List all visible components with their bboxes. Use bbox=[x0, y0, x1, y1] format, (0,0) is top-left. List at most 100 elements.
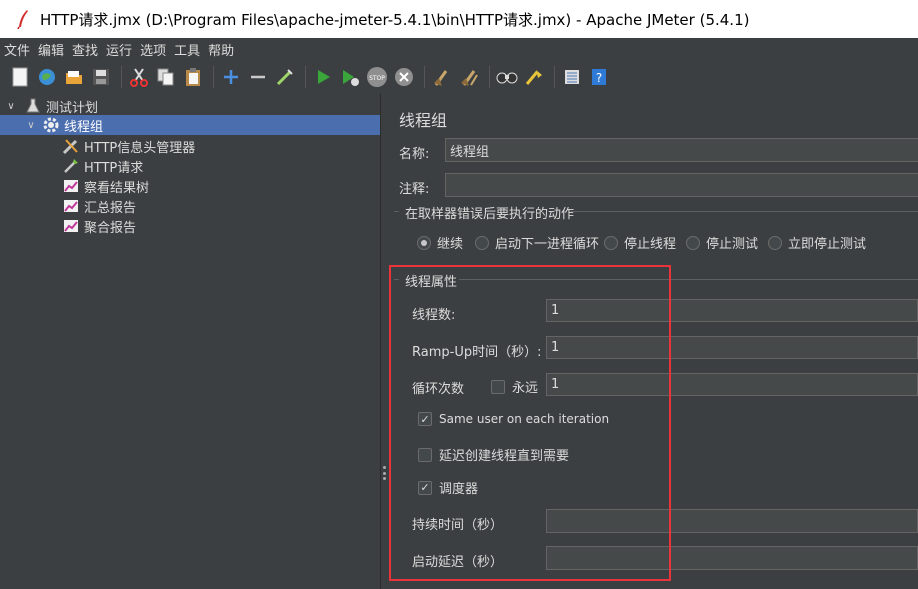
templates-icon[interactable] bbox=[35, 65, 59, 89]
pane-splitter[interactable] bbox=[380, 94, 388, 589]
menu-run[interactable]: 运行 bbox=[106, 40, 132, 59]
function-helper-icon[interactable] bbox=[560, 65, 584, 89]
delay-thread-creation-checkbox[interactable]: 延迟创建线程直到需要 bbox=[418, 445, 569, 464]
tree-item-thread-group[interactable]: ∨ 线程组 bbox=[0, 115, 380, 135]
flask-icon bbox=[24, 97, 42, 115]
radio-start-next-loop[interactable]: 启动下一进程循环 bbox=[475, 233, 599, 252]
loop-label: 循环次数 bbox=[412, 382, 465, 397]
copy-icon[interactable] bbox=[154, 65, 178, 89]
tree-item-label: HTTP请求 bbox=[84, 160, 144, 176]
search-icon[interactable] bbox=[495, 65, 519, 89]
same-user-checkbox[interactable]: ✓ Same user on each iteration bbox=[418, 412, 609, 426]
toolbar-separator bbox=[489, 66, 490, 88]
radio-label: 停止线程 bbox=[624, 237, 677, 252]
chevron-down-icon[interactable]: ∨ bbox=[24, 120, 38, 131]
radio-icon bbox=[604, 235, 618, 250]
startup-delay-input[interactable] bbox=[546, 546, 918, 570]
svg-text:STOP: STOP bbox=[369, 75, 385, 82]
expand-icon[interactable] bbox=[219, 65, 243, 89]
save-icon[interactable] bbox=[89, 65, 113, 89]
menu-search[interactable]: 查找 bbox=[72, 40, 98, 59]
chevron-down-icon[interactable]: ∨ bbox=[4, 101, 18, 112]
toolbar-separator bbox=[305, 66, 306, 88]
radio-label: 立即停止测试 bbox=[788, 237, 867, 252]
threads-label: 线程数: bbox=[412, 308, 456, 323]
fieldset-border bbox=[571, 211, 918, 212]
radio-stop-thread[interactable]: 停止线程 bbox=[604, 233, 676, 252]
title-bar: HTTP请求.jmx (D:\Program Files\apache-jmet… bbox=[0, 0, 918, 38]
jmeter-feather-icon bbox=[10, 6, 36, 32]
tree-item-label: 聚合报告 bbox=[84, 220, 137, 236]
scheduler-checkbox[interactable]: ✓ 调度器 bbox=[418, 478, 478, 497]
chart-icon bbox=[62, 197, 80, 215]
thread-group-panel: 线程组 名称: 线程组 注释: 在取样器错误后要执行的动作 继续 启动下一进程循… bbox=[388, 94, 918, 589]
reset-search-icon[interactable] bbox=[522, 65, 546, 89]
forever-checkbox[interactable]: 永远 bbox=[491, 377, 538, 396]
duration-input[interactable] bbox=[546, 509, 918, 533]
panel-title: 线程组 bbox=[399, 111, 448, 130]
start-icon[interactable] bbox=[311, 65, 335, 89]
checkbox-unchecked-icon bbox=[491, 379, 505, 394]
checkmark-icon: ✓ bbox=[418, 412, 432, 426]
forever-label: 永远 bbox=[512, 381, 539, 396]
wrench-icon bbox=[62, 137, 80, 155]
open-icon[interactable] bbox=[62, 65, 86, 89]
checkbox-unchecked-icon bbox=[418, 447, 432, 462]
toolbar-separator bbox=[213, 66, 214, 88]
comment-label: 注释: bbox=[399, 182, 430, 197]
menu-edit[interactable]: 编辑 bbox=[38, 40, 64, 59]
fieldset-border bbox=[394, 211, 399, 212]
rampup-label: Ramp-Up时间（秒）: bbox=[412, 345, 542, 360]
radio-icon bbox=[768, 235, 782, 250]
radio-stop-test[interactable]: 停止测试 bbox=[686, 233, 758, 252]
loop-count-input[interactable]: 1 bbox=[546, 373, 918, 396]
tree-item-http-request[interactable]: HTTP请求 bbox=[62, 156, 143, 176]
radio-continue[interactable]: 继续 bbox=[417, 233, 463, 252]
help-icon[interactable]: ? bbox=[587, 65, 611, 89]
clear-all-icon[interactable] bbox=[457, 65, 481, 89]
tree-item-label: 线程组 bbox=[64, 119, 104, 135]
delay-create-label: 延迟创建线程直到需要 bbox=[439, 449, 570, 464]
tree-item-header-manager[interactable]: HTTP信息头管理器 bbox=[62, 136, 195, 156]
clear-icon[interactable] bbox=[430, 65, 454, 89]
window-title: HTTP请求.jmx (D:\Program Files\apache-jmet… bbox=[40, 10, 750, 29]
tree-item-label: 汇总报告 bbox=[84, 200, 137, 216]
radio-label: 停止测试 bbox=[706, 237, 759, 252]
comment-field[interactable] bbox=[445, 173, 918, 197]
threads-value: 1 bbox=[551, 303, 560, 318]
cut-icon[interactable] bbox=[127, 65, 151, 89]
tree-item-view-results-tree[interactable]: 察看结果树 bbox=[62, 176, 149, 196]
rampup-input[interactable]: 1 bbox=[546, 336, 918, 359]
tree-item-label: 测试计划 bbox=[46, 100, 99, 116]
toggle-icon[interactable] bbox=[273, 65, 297, 89]
toolbar-separator bbox=[121, 66, 122, 88]
tree-item-label: HTTP信息头管理器 bbox=[84, 140, 196, 156]
shutdown-icon[interactable] bbox=[392, 65, 416, 89]
thread-props-title: 线程属性 bbox=[405, 275, 458, 290]
paste-icon[interactable] bbox=[181, 65, 205, 89]
radio-selected-icon bbox=[417, 235, 431, 250]
tree-item-summary-report[interactable]: 汇总报告 bbox=[62, 196, 136, 216]
radio-icon bbox=[475, 235, 489, 250]
new-icon[interactable] bbox=[8, 65, 32, 89]
radio-stop-test-now[interactable]: 立即停止测试 bbox=[768, 233, 866, 252]
rampup-value: 1 bbox=[551, 340, 560, 355]
start-no-pause-icon[interactable] bbox=[338, 65, 362, 89]
collapse-icon[interactable] bbox=[246, 65, 270, 89]
chart-icon bbox=[62, 177, 80, 195]
tree-item-label: 察看结果树 bbox=[84, 180, 150, 196]
menu-options[interactable]: 选项 bbox=[140, 40, 166, 59]
menu-file[interactable]: 文件 bbox=[4, 40, 30, 59]
menu-help[interactable]: 帮助 bbox=[208, 40, 234, 59]
gear-icon bbox=[42, 116, 60, 134]
toolbar: STOP ? bbox=[0, 60, 918, 94]
tree-item-aggregate-report[interactable]: 聚合报告 bbox=[62, 216, 136, 236]
name-field[interactable]: 线程组 bbox=[445, 138, 918, 162]
menu-tools[interactable]: 工具 bbox=[174, 40, 200, 59]
tree-item-test-plan[interactable]: ∨ 测试计划 bbox=[4, 96, 380, 116]
stop-icon[interactable]: STOP bbox=[365, 65, 389, 89]
threads-input[interactable]: 1 bbox=[546, 299, 918, 322]
startup-delay-label: 启动延迟（秒） bbox=[412, 555, 504, 570]
svg-text:?: ? bbox=[596, 71, 602, 85]
scheduler-label: 调度器 bbox=[439, 482, 479, 497]
